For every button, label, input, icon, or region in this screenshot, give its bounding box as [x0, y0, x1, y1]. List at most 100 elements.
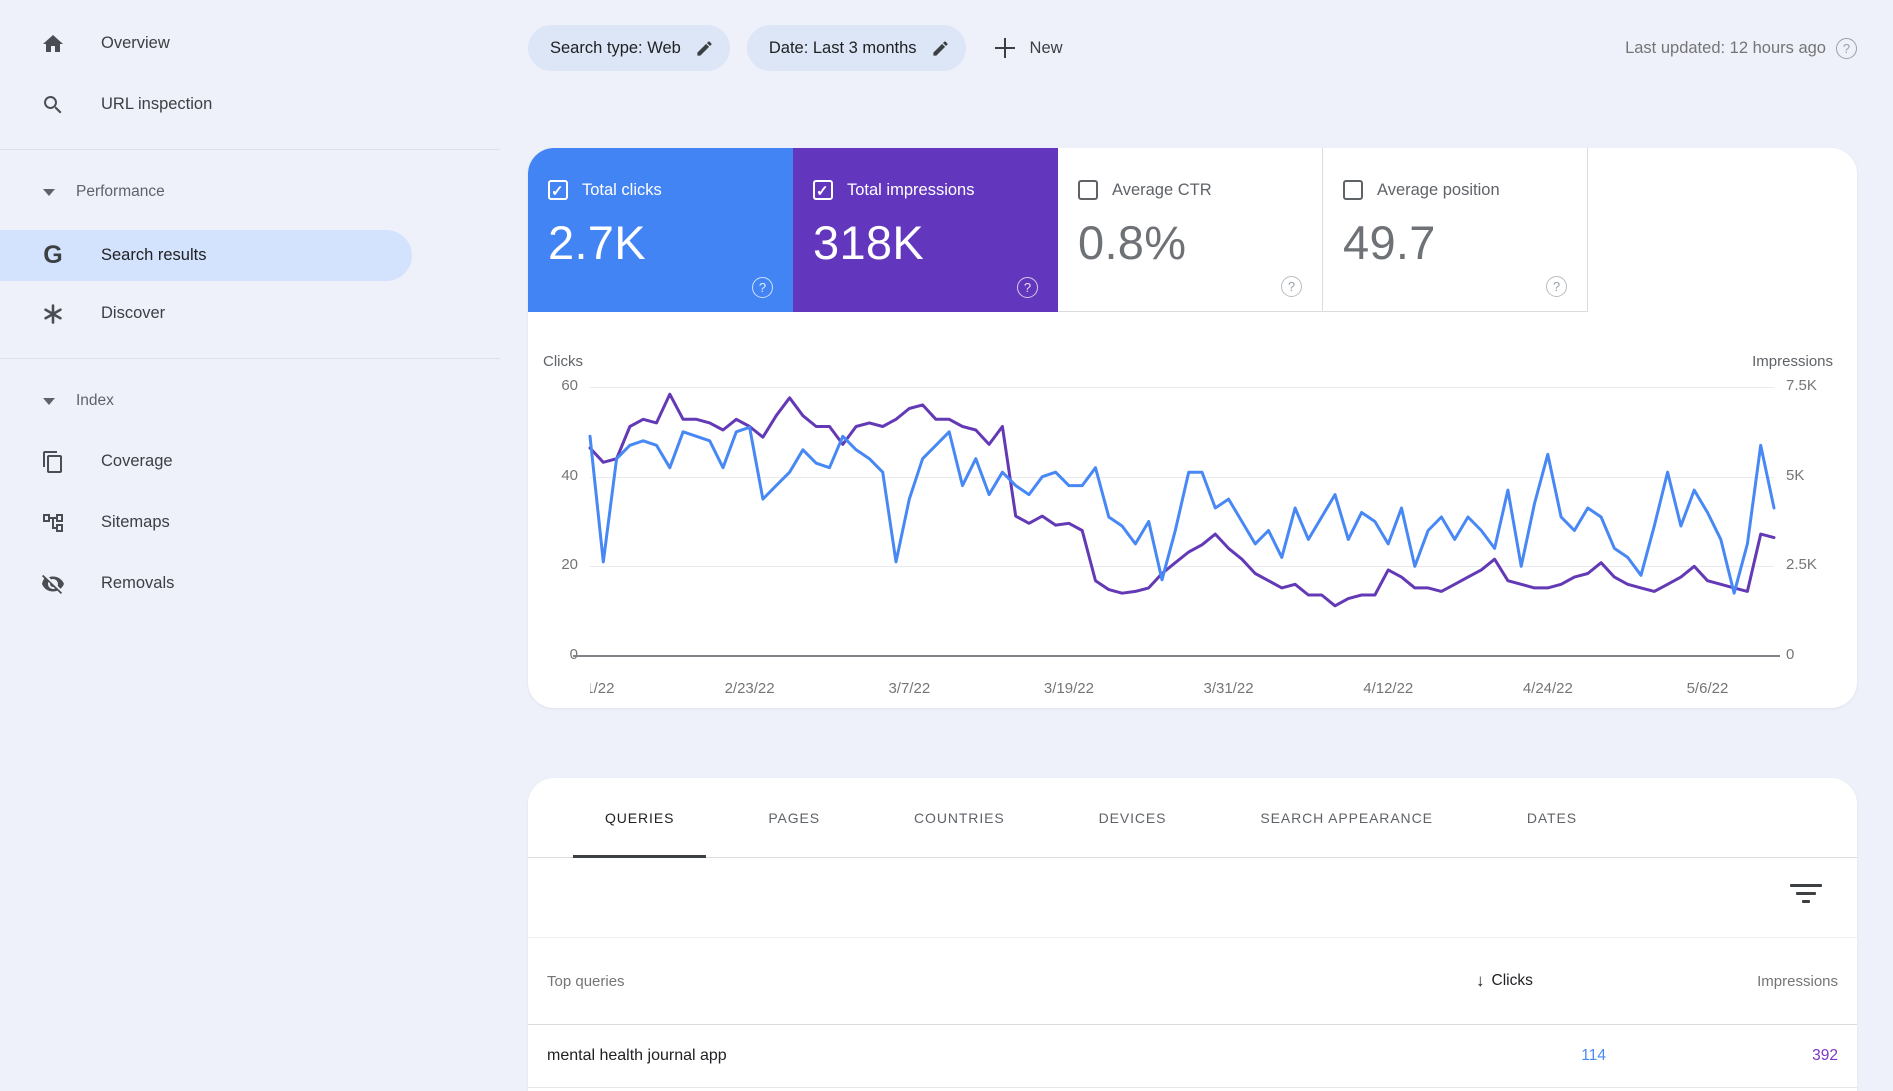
sidebar-item-label: Removals — [101, 574, 175, 592]
last-updated: Last updated: 12 hours ago — [1625, 25, 1857, 71]
tab-countries[interactable]: COUNTRIES — [882, 778, 1037, 857]
sidebar-item-label: Search results — [101, 246, 207, 264]
y-tick: 5K — [1786, 467, 1805, 484]
sidebar-item-coverage[interactable]: Coverage — [0, 431, 500, 492]
search-type-chip[interactable]: Search type: Web — [528, 25, 730, 71]
total-clicks-card[interactable]: Total clicks 2.7K — [528, 148, 793, 312]
query-cell[interactable]: mental health journal app — [547, 1047, 1476, 1065]
y-tick: 0 — [528, 646, 578, 664]
column-header-top-queries[interactable]: Top queries — [547, 973, 1476, 990]
sidebar-item-label: Coverage — [101, 452, 173, 470]
x-tick: 3/31/22 — [1203, 680, 1254, 694]
tab-queries[interactable]: QUERIES — [573, 778, 707, 858]
table-row: mental health journal app 114 392 — [528, 1025, 1857, 1088]
average-ctr-card[interactable]: Average CTR 0.8% — [1058, 148, 1323, 312]
tab-label: PAGES — [768, 809, 821, 826]
help-icon[interactable] — [1546, 276, 1567, 297]
x-tick: 5/6/22 — [1686, 680, 1729, 694]
help-icon[interactable] — [1017, 277, 1038, 298]
performance-chart — [588, 392, 1776, 608]
pages-icon — [41, 450, 65, 474]
table-header: Top queries Clicks Impressions — [528, 938, 1857, 1025]
search-icon — [41, 93, 65, 117]
sidebar-divider — [0, 358, 500, 359]
column-header-clicks[interactable]: Clicks — [1476, 971, 1606, 991]
toolbar: Search type: Web Date: Last 3 months New… — [528, 25, 1857, 71]
impressions-cell: 392 — [1812, 1047, 1838, 1064]
tab-dates[interactable]: DATES — [1495, 778, 1609, 857]
edit-pencil-icon — [932, 40, 948, 56]
help-icon[interactable] — [752, 277, 773, 298]
sitemap-icon — [41, 511, 65, 535]
sidebar-item-label: Overview — [101, 34, 170, 52]
tab-label: DEVICES — [1098, 809, 1167, 826]
sidebar-item-overview[interactable]: Overview — [0, 13, 500, 74]
plus-icon — [994, 37, 1016, 59]
x-tick: 4/12/22 — [1363, 680, 1414, 694]
y-tick: 2.5K — [1786, 556, 1817, 573]
total-impressions-card[interactable]: Total impressions 318K — [793, 148, 1058, 312]
sidebar-item-url-inspection[interactable]: URL inspection — [0, 74, 500, 135]
sidebar-item-search-results[interactable]: G Search results — [0, 230, 412, 281]
help-icon[interactable] — [1281, 276, 1302, 297]
y-tick: 0 — [1786, 646, 1795, 663]
last-updated-text: Last updated: 12 hours ago — [1625, 38, 1826, 57]
filter-icon[interactable] — [1790, 884, 1822, 912]
sidebar-section-performance[interactable]: Performance — [0, 162, 500, 222]
clicks-cell: 114 — [1581, 1047, 1606, 1064]
sidebar: Overview URL inspection Performance G Se… — [0, 0, 500, 614]
metric-value: 318K — [813, 216, 924, 269]
x-tick: 2/11/22 — [590, 680, 615, 694]
tab-pages[interactable]: PAGES — [736, 778, 852, 857]
y-tick: 7.5K — [1786, 377, 1817, 394]
x-tick: 3/7/22 — [888, 680, 931, 694]
new-filter-button[interactable]: New — [994, 37, 1063, 59]
date-filter-chip[interactable]: Date: Last 3 months — [746, 25, 966, 71]
tab-label: COUNTRIES — [914, 809, 1005, 826]
checkbox-unchecked-icon[interactable] — [1343, 180, 1363, 200]
metric-label: Total impressions — [847, 180, 975, 199]
dimension-tabs: QUERIES PAGES COUNTRIES DEVICES SEARCH A… — [528, 778, 1857, 858]
sidebar-item-label: URL inspection — [101, 95, 213, 113]
queries-panel: QUERIES PAGES COUNTRIES DEVICES SEARCH A… — [528, 778, 1857, 1091]
y-tick: 20 — [561, 556, 578, 573]
checkbox-unchecked-icon[interactable] — [1078, 180, 1098, 200]
home-icon — [41, 32, 65, 56]
sidebar-divider — [0, 149, 500, 150]
tab-label: QUERIES — [605, 809, 675, 826]
metric-value: 49.7 — [1343, 216, 1436, 269]
asterisk-icon — [41, 302, 65, 326]
sidebar-item-discover[interactable]: Discover — [0, 283, 500, 344]
sidebar-section-label: Performance — [76, 183, 165, 200]
column-header-impressions[interactable]: Impressions — [1668, 973, 1838, 990]
collapse-arrow-icon — [43, 188, 55, 196]
x-tick: 4/24/22 — [1522, 680, 1573, 694]
collapse-arrow-icon — [43, 397, 55, 405]
x-axis-labels: 2/11/22 2/23/22 3/7/22 3/19/22 3/31/22 4… — [590, 680, 1774, 694]
sidebar-item-removals[interactable]: Removals — [0, 553, 500, 614]
right-axis-title: Impressions — [1752, 353, 1833, 370]
google-g-icon: G — [43, 241, 63, 269]
y-tick: 40 — [561, 467, 578, 484]
checkbox-checked-icon[interactable] — [548, 180, 568, 200]
column-header-label: Clicks — [1491, 972, 1533, 989]
help-icon[interactable] — [1836, 37, 1857, 59]
metric-label: Average position — [1377, 180, 1500, 199]
tab-devices[interactable]: DEVICES — [1067, 778, 1199, 857]
metric-label: Average CTR — [1112, 180, 1212, 199]
edit-pencil-icon — [697, 40, 712, 56]
performance-chart-area[interactable]: Clicks Impressions 60 40 20 0 7.5K 5K 2.… — [528, 312, 1857, 708]
y-tick: 60 — [561, 377, 578, 394]
x-tick: 2/23/22 — [724, 680, 775, 694]
sidebar-item-label: Sitemaps — [101, 513, 170, 531]
new-filter-label: New — [1029, 38, 1063, 57]
tab-search-appearance[interactable]: SEARCH APPEARANCE — [1228, 778, 1464, 857]
average-position-card[interactable]: Average position 49.7 — [1323, 148, 1588, 312]
checkbox-checked-icon[interactable] — [813, 180, 833, 200]
performance-panel: Total clicks 2.7K Total impressions 318K… — [528, 148, 1857, 708]
table-filter-row — [528, 858, 1857, 938]
tab-label: DATES — [1526, 809, 1577, 826]
sidebar-section-index[interactable]: Index — [0, 371, 500, 431]
eye-off-icon — [41, 572, 65, 596]
sidebar-item-sitemaps[interactable]: Sitemaps — [0, 492, 500, 553]
